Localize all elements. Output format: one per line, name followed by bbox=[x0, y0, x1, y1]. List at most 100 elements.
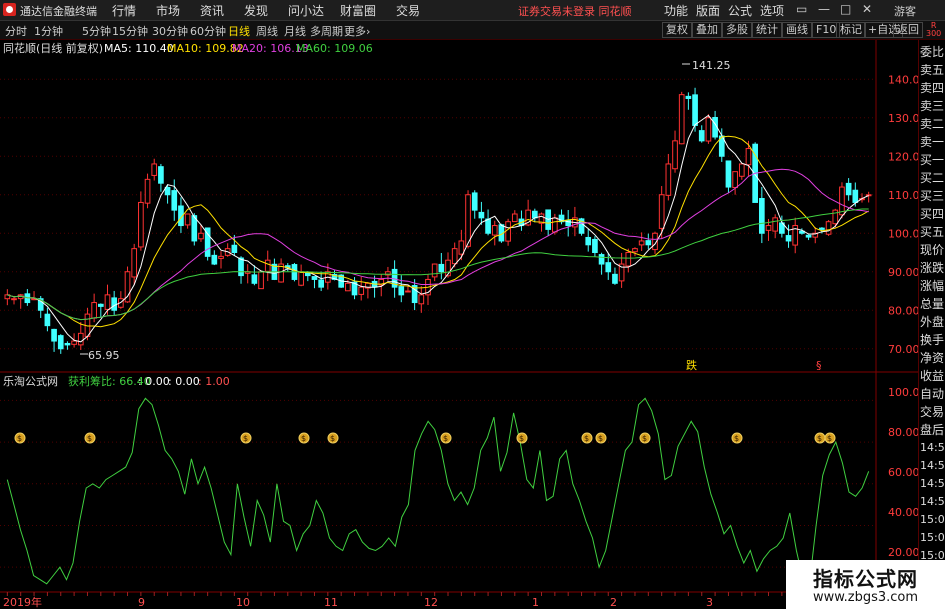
money-bag-icon: $ bbox=[595, 432, 607, 444]
candle-body bbox=[658, 194, 665, 229]
sidebar-auto[interactable]: 自动 bbox=[920, 386, 944, 402]
money-bag-icon: $ bbox=[14, 432, 26, 444]
candle-body bbox=[692, 94, 698, 126]
sidebar-buy2: 买二 bbox=[920, 171, 945, 185]
money-bag-icon: $ bbox=[298, 432, 310, 444]
price-tick-70: 70.00 bbox=[888, 343, 918, 356]
period-weekly[interactable]: 周线 bbox=[256, 23, 278, 39]
candle-body bbox=[839, 186, 845, 216]
period-15min[interactable]: 15分钟 bbox=[112, 23, 148, 39]
candle-body bbox=[612, 273, 618, 284]
sidebar-net-asset: 净资 bbox=[920, 351, 945, 365]
candle-body bbox=[164, 186, 171, 196]
indicator-extra-2: : 0.00 bbox=[168, 375, 200, 388]
close-icon[interactable]: ✕ bbox=[862, 2, 872, 16]
candle-body bbox=[264, 259, 271, 272]
money-bag-icon: $ bbox=[240, 432, 252, 444]
price-tick-130: 130.00 bbox=[888, 112, 918, 125]
money-bag-icon: $ bbox=[581, 432, 593, 444]
overlay-button[interactable]: 叠加 bbox=[692, 22, 722, 38]
money-bag-glyph: $ bbox=[243, 434, 248, 443]
menu-news[interactable]: 资讯 bbox=[200, 2, 224, 19]
candle-body bbox=[772, 217, 779, 232]
menu-discover[interactable]: 发现 bbox=[244, 2, 268, 19]
candle-body bbox=[511, 213, 518, 223]
menu-trade[interactable]: 交易 bbox=[396, 2, 420, 19]
period-5min[interactable]: 5分钟 bbox=[82, 23, 111, 39]
back-button[interactable]: 返回 bbox=[893, 22, 923, 38]
candle-body bbox=[725, 160, 732, 188]
candle-body bbox=[111, 297, 118, 311]
candle-body bbox=[638, 240, 645, 246]
candle-body bbox=[211, 254, 218, 265]
x-label-1: 1 bbox=[532, 596, 539, 609]
indicator-name[interactable]: 乐淘公式网 bbox=[3, 375, 58, 388]
sidebar-after-hours[interactable]: 盘后 bbox=[920, 422, 944, 438]
minimize-icon[interactable]: — bbox=[818, 2, 830, 16]
candle-body bbox=[765, 225, 772, 231]
candle-body bbox=[605, 262, 612, 273]
candle-body bbox=[705, 117, 712, 142]
candle-body bbox=[785, 235, 792, 242]
candle-body bbox=[819, 227, 825, 230]
period-1min[interactable]: 1分钟 bbox=[34, 23, 63, 39]
candle-body bbox=[598, 254, 605, 265]
x-label-9: 9 bbox=[138, 596, 145, 609]
menu-formula[interactable]: 公式 bbox=[728, 2, 752, 19]
chart-area[interactable]: 140.00 130.00 120.00 110.00 100.00 90.00… bbox=[0, 40, 918, 609]
money-bag-icon: $ bbox=[84, 432, 96, 444]
candle-body bbox=[104, 294, 111, 310]
multi-stock-button[interactable]: 多股 bbox=[722, 22, 752, 38]
maximize-icon[interactable]: □ bbox=[840, 2, 851, 16]
restore-layout-icon[interactable]: ▭ bbox=[796, 2, 807, 16]
trade-login-warning[interactable]: 证券交易未登录 同花顺 bbox=[518, 3, 632, 19]
candle-body bbox=[91, 302, 97, 319]
price-tick-90: 90.00 bbox=[888, 266, 918, 279]
ind-tick-60: 60.00 bbox=[888, 466, 918, 479]
menu-function[interactable]: 功能 bbox=[664, 2, 688, 19]
period-daily[interactable]: 日线 bbox=[228, 23, 250, 39]
money-bag-glyph: $ bbox=[443, 434, 448, 443]
period-60min[interactable]: 60分钟 bbox=[190, 23, 226, 39]
candle-body bbox=[738, 163, 745, 177]
candle-body bbox=[852, 189, 859, 203]
candle-body bbox=[97, 303, 104, 307]
statistics-button[interactable]: 统计 bbox=[752, 22, 782, 38]
menu-options[interactable]: 选项 bbox=[760, 2, 784, 19]
title-bar: 通达信金融终端 行情 市场 资讯 发现 问小达 财富圈 交易 证券交易未登录 同… bbox=[0, 0, 945, 21]
draw-line-button[interactable]: 画线 bbox=[782, 22, 812, 38]
x-axis-ticks bbox=[6, 592, 863, 596]
adjust-button[interactable]: 复权 bbox=[662, 22, 692, 38]
watermark: 指标公式网 www.zbgs3.com bbox=[786, 560, 945, 609]
stock-title[interactable]: 同花顺(日线 前复权) bbox=[3, 41, 103, 55]
sidebar-sell5: 卖五 bbox=[920, 63, 945, 77]
period-monthly[interactable]: 月线 bbox=[284, 23, 306, 39]
sidebar-time-1: 14:56 bbox=[920, 441, 945, 454]
candle-body bbox=[44, 313, 51, 327]
menu-market[interactable]: 行情 bbox=[112, 2, 136, 19]
menu-layout[interactable]: 版面 bbox=[696, 2, 720, 19]
menu-market-center[interactable]: 市场 bbox=[156, 2, 180, 19]
app-logo-icon bbox=[3, 3, 16, 16]
money-bag-glyph: $ bbox=[519, 434, 524, 443]
money-bag-icon: $ bbox=[440, 432, 452, 444]
candle-body bbox=[218, 255, 224, 259]
candle-body bbox=[805, 234, 812, 238]
sidebar-trade[interactable]: 交易 bbox=[920, 404, 944, 420]
period-multi[interactable]: 多周期 bbox=[310, 23, 343, 39]
candle-body bbox=[552, 217, 558, 233]
guest-login[interactable]: 游客 bbox=[894, 3, 916, 19]
period-timeshare[interactable]: 分时 bbox=[5, 23, 27, 39]
candle-body bbox=[825, 221, 832, 235]
menu-ask-xiaoda[interactable]: 问小达 bbox=[288, 2, 324, 19]
candle-body bbox=[585, 236, 592, 246]
menu-wealth-circle[interactable]: 财富圈 bbox=[340, 2, 376, 19]
candle-body bbox=[745, 148, 752, 166]
mark-button[interactable]: 标记 bbox=[836, 22, 866, 38]
candle-body bbox=[11, 298, 17, 301]
period-30min[interactable]: 30分钟 bbox=[152, 23, 188, 39]
period-more[interactable]: 更多› bbox=[344, 23, 370, 39]
sidebar-time-4: 14:57 bbox=[920, 495, 945, 508]
candle-body bbox=[465, 194, 471, 247]
y-tick-labels: 140.00 130.00 120.00 110.00 100.00 90.00… bbox=[888, 73, 918, 559]
